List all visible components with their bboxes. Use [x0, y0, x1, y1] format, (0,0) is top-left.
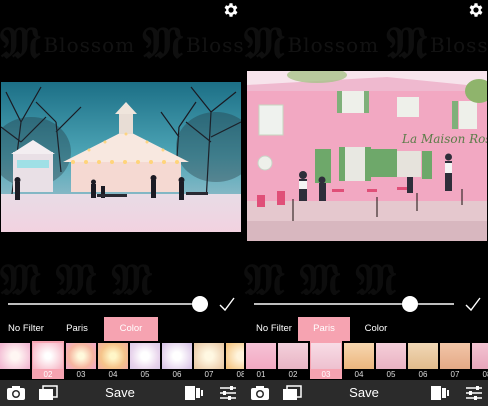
slider-track	[8, 303, 208, 305]
filter-thumb-05[interactable]: 05	[376, 341, 406, 379]
filter-swatch	[33, 343, 63, 369]
filter-thumb-label: 01	[256, 370, 266, 379]
filter-thumb-label: 06	[418, 370, 428, 379]
gallery-icon[interactable]	[38, 384, 58, 402]
bottom-toolbar: Save	[244, 380, 488, 406]
sliders-icon[interactable]	[464, 384, 484, 402]
filter-swatch	[344, 343, 374, 369]
background-watermark-lower: 𝔐 𝔐 𝔐	[244, 255, 397, 295]
filter-thumb-06[interactable]: 06	[162, 341, 192, 379]
filter-thumb-label: 02	[43, 370, 53, 379]
filter-swatch	[194, 343, 224, 369]
filter-swatch	[408, 343, 438, 369]
filter-swatch	[226, 343, 244, 369]
left-editor-panel: 𝔐Blossom 𝔐Blossom	[0, 0, 244, 406]
filter-swatch	[98, 343, 128, 369]
filter-thumb-label: 05	[140, 370, 150, 379]
background-watermark-lower: 𝔐 𝔐 𝔐	[0, 255, 153, 295]
filter-thumbnail-strip: 02 03 04 05 06 07 08	[0, 341, 244, 379]
tab-paris[interactable]: Paris	[298, 317, 350, 341]
slider-thumb[interactable]	[192, 296, 208, 312]
slider-track	[254, 303, 454, 305]
gallery-icon[interactable]	[282, 384, 302, 402]
intensity-slider[interactable]	[254, 296, 454, 312]
check-icon[interactable]	[218, 296, 236, 312]
gear-icon[interactable]	[467, 1, 485, 19]
filter-swatch	[278, 343, 308, 369]
tab-color[interactable]: Color	[104, 317, 158, 341]
filter-thumb-07[interactable]: 07	[194, 341, 224, 379]
tab-paris[interactable]: Paris	[54, 317, 100, 341]
tab-no-filter[interactable]: No Filter	[248, 317, 300, 341]
intensity-slider[interactable]	[8, 296, 208, 312]
filter-thumb-03[interactable]: 03	[66, 341, 96, 379]
filter-thumb-label: 07	[204, 370, 214, 379]
check-icon[interactable]	[464, 296, 482, 312]
carousel-photo	[1, 82, 241, 232]
filter-thumb-06[interactable]: 06	[408, 341, 438, 379]
right-editor-panel: 𝔐Blossom 𝔐Blossom La Maison Rose	[244, 0, 488, 406]
filter-swatch	[162, 343, 192, 369]
filter-thumb-01[interactable]	[0, 341, 30, 379]
filter-thumb-04[interactable]: 04	[98, 341, 128, 379]
slider-thumb[interactable]	[402, 296, 418, 312]
compare-icon[interactable]	[184, 384, 204, 402]
filter-thumb-label: 08	[482, 370, 488, 379]
pink-house-photo: La Maison Rose	[247, 71, 487, 241]
filter-thumb-08[interactable]: 08	[226, 341, 244, 379]
tab-no-filter[interactable]: No Filter	[0, 317, 52, 341]
filter-swatch	[376, 343, 406, 369]
compare-icon[interactable]	[430, 384, 450, 402]
filter-swatch	[440, 343, 470, 369]
filter-thumb-label: 04	[354, 370, 364, 379]
filter-swatch	[130, 343, 160, 369]
filter-thumb-label: 06	[172, 370, 182, 379]
camera-icon[interactable]	[250, 384, 270, 402]
filter-thumb-label: 05	[386, 370, 396, 379]
sign-text: La Maison Rose	[401, 132, 487, 146]
filter-thumb-label: 07	[450, 370, 460, 379]
tab-color[interactable]: Color	[352, 317, 400, 341]
filter-thumb-01[interactable]: 01	[246, 341, 276, 379]
filter-thumbnail-strip: 01 02 03 04 05 06 07 08	[244, 341, 488, 379]
filter-thumb-03[interactable]: 03	[310, 341, 342, 379]
bottom-toolbar: Save	[0, 380, 244, 406]
filter-thumb-label: 03	[76, 370, 86, 379]
filter-thumb-08[interactable]: 08	[472, 341, 488, 379]
camera-icon[interactable]	[6, 384, 26, 402]
filter-swatch	[472, 343, 488, 369]
background-watermark: 𝔐Blossom 𝔐Blossom	[0, 18, 244, 60]
filter-category-tabs: No Filter Paris Color	[0, 317, 244, 341]
filter-thumb-label: 03	[321, 370, 331, 379]
save-button[interactable]: Save	[324, 380, 404, 406]
filter-swatch	[246, 343, 276, 369]
filter-swatch	[0, 343, 30, 369]
filter-swatch	[311, 343, 341, 369]
save-button[interactable]: Save	[80, 380, 160, 406]
gear-icon[interactable]	[222, 1, 240, 19]
background-watermark: 𝔐Blossom 𝔐Blossom	[244, 18, 488, 60]
filter-thumb-05[interactable]: 05	[130, 341, 160, 379]
filter-category-tabs: No Filter Paris Color	[244, 317, 488, 341]
filter-thumb-04[interactable]: 04	[344, 341, 374, 379]
filter-swatch	[66, 343, 96, 369]
filter-thumb-label: 04	[108, 370, 118, 379]
filter-thumb-02[interactable]: 02	[32, 341, 64, 379]
filter-thumb-label: 08	[236, 370, 244, 379]
sliders-icon[interactable]	[218, 384, 238, 402]
filter-thumb-label: 02	[288, 370, 298, 379]
filter-thumb-02[interactable]: 02	[278, 341, 308, 379]
filter-thumb-07[interactable]: 07	[440, 341, 470, 379]
